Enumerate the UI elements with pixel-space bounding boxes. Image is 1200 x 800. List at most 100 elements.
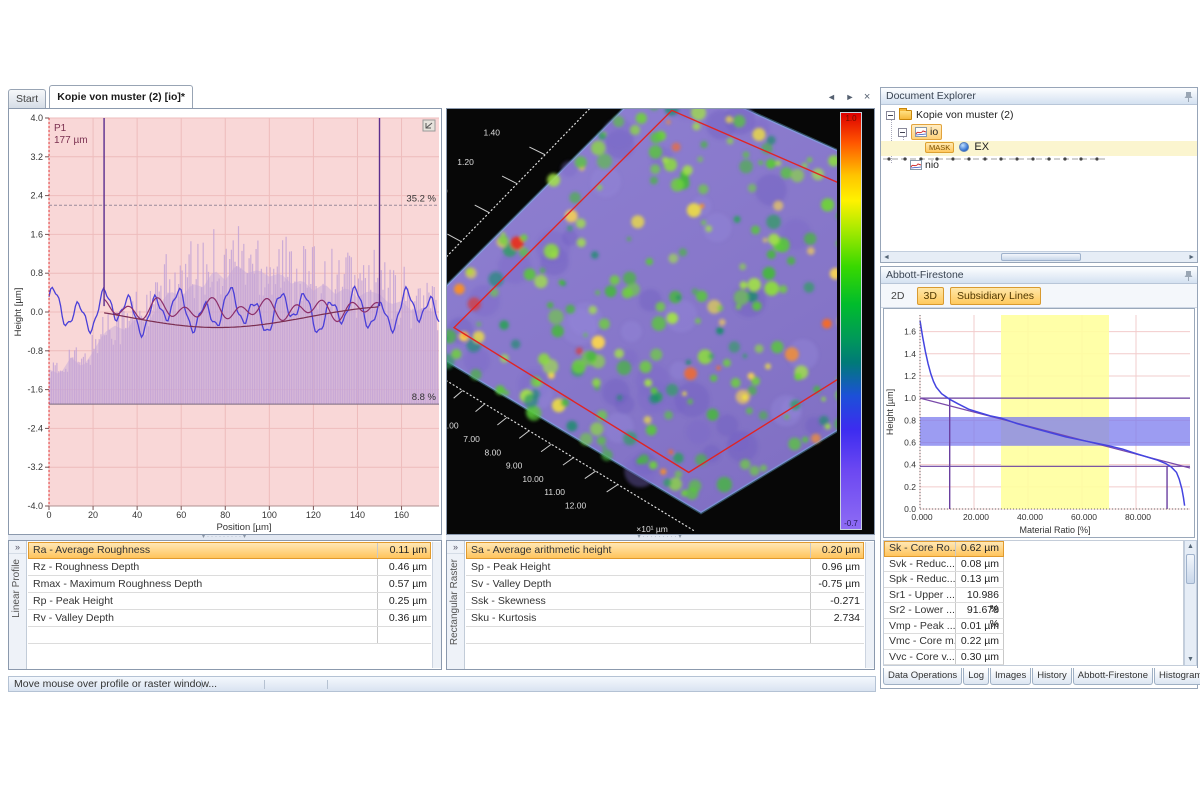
parameter-row[interactable]: Sa - Average arithmetic height0.20 µm xyxy=(466,542,864,559)
tree-node-mask[interactable]: MASK EX xyxy=(881,141,1197,156)
tab-document[interactable]: Kopie von muster (2) [io]* xyxy=(49,85,193,108)
tree-node-io[interactable]: io xyxy=(898,124,942,139)
parameter-row[interactable]: Rv - Valley Depth0.36 µm xyxy=(28,610,431,627)
parameter-value: 0.01 µm xyxy=(955,619,1003,634)
mask-badge[interactable]: MASK xyxy=(925,142,954,153)
scroll-up-icon[interactable]: ▲ xyxy=(1185,543,1196,550)
abbott-chart-container[interactable]: 0.00.20.40.60.81.01.21.41.60.00020.00040… xyxy=(883,308,1195,538)
parameter-value: 2.734 xyxy=(810,610,864,626)
parameter-value: 0.57 µm xyxy=(377,576,431,592)
raster-sidebar[interactable]: » Rectangular Raster xyxy=(447,541,465,669)
tab-start[interactable]: Start xyxy=(8,89,46,108)
svg-text:40.000: 40.000 xyxy=(1017,512,1043,522)
parameter-row[interactable]: Sku - Kurtosis2.734 xyxy=(466,610,864,627)
parameter-value: -0.271 xyxy=(810,593,864,609)
svg-text:9.00: 9.00 xyxy=(506,461,523,471)
svg-text:Height [µm]: Height [µm] xyxy=(13,288,24,337)
parameter-value: 0.08 µm xyxy=(955,557,1003,572)
svg-text:-3.2: -3.2 xyxy=(27,462,43,472)
parameter-row[interactable]: Spk - Reduc...0.13 µm xyxy=(884,572,1004,588)
collapse-icon[interactable] xyxy=(898,128,907,137)
linear-profile-sidebar[interactable]: » Linear Profile xyxy=(9,541,27,669)
raster-scrollbar[interactable] xyxy=(865,542,874,668)
subsidiary-lines-toggle[interactable]: Subsidiary Lines xyxy=(950,287,1041,305)
parameter-row[interactable]: Vmp - Peak ...0.01 µm xyxy=(884,619,1004,635)
dock-tab-log[interactable]: Log xyxy=(963,668,989,685)
dock-tab-data-operations[interactable]: Data Operations xyxy=(883,668,962,685)
parameter-value: 0.62 µm xyxy=(955,541,1003,556)
parameter-row[interactable]: Rmax - Maximum Roughness Depth0.57 µm xyxy=(28,576,431,593)
linear-profile-scrollbar[interactable] xyxy=(432,542,441,668)
parameter-name: Sr2 - Lower ... xyxy=(884,603,955,618)
abbott-firestone-chart[interactable]: 0.00.20.40.60.81.01.21.41.60.00020.00040… xyxy=(884,309,1194,537)
collapse-icon[interactable] xyxy=(886,111,895,120)
svg-text:12.00: 12.00 xyxy=(565,501,587,511)
parameter-row[interactable]: Sk - Core Ro...0.62 µm xyxy=(884,541,1004,557)
document-explorer-hscrollbar[interactable]: ◄ ► xyxy=(881,251,1197,262)
svg-text:0.0: 0.0 xyxy=(30,307,43,317)
selected-node-highlight[interactable]: io xyxy=(911,124,942,140)
restore-view-icon xyxy=(423,120,435,131)
svg-text:0.4: 0.4 xyxy=(904,460,916,470)
parameter-name: Sp - Peak Height xyxy=(466,559,810,575)
parameter-row[interactable]: Vmc - Core m...0.22 µm xyxy=(884,634,1004,650)
svg-text:Material Ratio [%]: Material Ratio [%] xyxy=(1019,525,1090,535)
parameter-row[interactable]: Rz - Roughness Depth0.46 µm xyxy=(28,559,431,576)
core-zone-band xyxy=(1001,315,1109,509)
dock-tab-images[interactable]: Images xyxy=(990,668,1031,685)
document-explorer-header[interactable]: Document Explorer xyxy=(881,88,1197,105)
scroll-down-icon[interactable]: ▼ xyxy=(1185,656,1196,663)
document-explorer-panel: Document Explorer Kopie von muster (2) i… xyxy=(880,87,1198,263)
raster-rows: Sa - Average arithmetic height0.20 µmSp … xyxy=(466,542,864,668)
linear-profile-table: » Linear Profile Ra - Average Roughness0… xyxy=(8,540,442,670)
svg-text:35.2 %: 35.2 % xyxy=(406,193,436,204)
parameter-name: Rp - Peak Height xyxy=(28,593,377,609)
parameter-row[interactable] xyxy=(28,627,431,644)
linear-profile-chart-panel[interactable]: 0204060801001201401604.03.22.41.60.80.0-… xyxy=(8,108,442,535)
tree-node-nio[interactable]: nio xyxy=(910,158,939,173)
scrollbar-thumb[interactable] xyxy=(1001,253,1081,261)
dock-tab-histogram[interactable]: Histogram xyxy=(1154,668,1200,685)
parameter-value: 0.30 µm xyxy=(955,650,1003,665)
parameter-row[interactable]: Sv - Valley Depth-0.75 µm xyxy=(466,576,864,593)
abbott-results-scrollbar[interactable]: ▲ ▼ xyxy=(1184,540,1197,666)
document-explorer-title: Document Explorer xyxy=(886,90,976,102)
scrollbar-thumb[interactable] xyxy=(1186,554,1195,584)
expand-strip-icon[interactable]: » xyxy=(9,541,26,554)
dock-tab-history[interactable]: History xyxy=(1032,668,1072,685)
document-tree: Kopie von muster (2) io MASK EX nio xyxy=(881,105,1197,250)
scroll-right-icon[interactable]: ► xyxy=(1188,253,1195,262)
parameter-row[interactable] xyxy=(466,627,864,644)
tree-node-root[interactable]: Kopie von muster (2) xyxy=(886,108,1013,123)
svg-text:177 µm: 177 µm xyxy=(54,135,88,146)
tab-close-icon[interactable]: × xyxy=(864,91,870,103)
svg-text:1.00: 1.00 xyxy=(447,186,448,196)
core-height-band xyxy=(920,417,1190,446)
parameter-row[interactable]: Ra - Average Roughness0.11 µm xyxy=(28,542,431,559)
tab-scroll-left-icon[interactable]: ◄ xyxy=(827,92,836,102)
abbott-results-table: Sk - Core Ro...0.62 µmSvk - Reduc...0.08… xyxy=(883,540,1184,666)
surface-3d-render[interactable]: 0.600.801.001.201.404.005.006.007.008.00… xyxy=(447,109,837,534)
tab-scroll-right-icon[interactable]: ► xyxy=(845,92,854,102)
visibility-eye-icon[interactable] xyxy=(959,142,969,152)
view-2d-button[interactable]: 2D xyxy=(885,288,910,304)
dock-tab-abbott-firestone[interactable]: Abbott-Firestone xyxy=(1073,668,1153,685)
parameter-row[interactable]: Sp - Peak Height0.96 µm xyxy=(466,559,864,576)
parameter-row[interactable]: Vvc - Core v...0.30 µm xyxy=(884,650,1004,666)
parameter-value: 0.25 µm xyxy=(377,593,431,609)
parameter-row[interactable]: Svk - Reduc...0.08 µm xyxy=(884,557,1004,573)
parameter-row[interactable]: Sr2 - Lower ...91.678 % xyxy=(884,603,1004,619)
svg-text:1.4: 1.4 xyxy=(904,349,916,359)
abbott-title: Abbott-Firestone xyxy=(886,269,964,281)
view-3d-button[interactable]: 3D xyxy=(917,287,944,305)
svg-text:6.00: 6.00 xyxy=(447,421,459,431)
surface-3d-view[interactable]: 0.600.801.001.201.404.005.006.007.008.00… xyxy=(446,108,875,535)
expand-strip-icon[interactable]: » xyxy=(447,541,464,554)
linear-profile-chart[interactable]: 0204060801001201401604.03.22.41.60.80.0-… xyxy=(9,109,441,534)
scroll-left-icon[interactable]: ◄ xyxy=(883,253,890,262)
svg-text:160: 160 xyxy=(394,510,409,520)
parameter-row[interactable]: Sr1 - Upper ...10.986 % xyxy=(884,588,1004,604)
parameter-row[interactable]: Rp - Peak Height0.25 µm xyxy=(28,593,431,610)
parameter-row[interactable]: Ssk - Skewness-0.271 xyxy=(466,593,864,610)
abbott-header[interactable]: Abbott-Firestone xyxy=(881,267,1197,284)
